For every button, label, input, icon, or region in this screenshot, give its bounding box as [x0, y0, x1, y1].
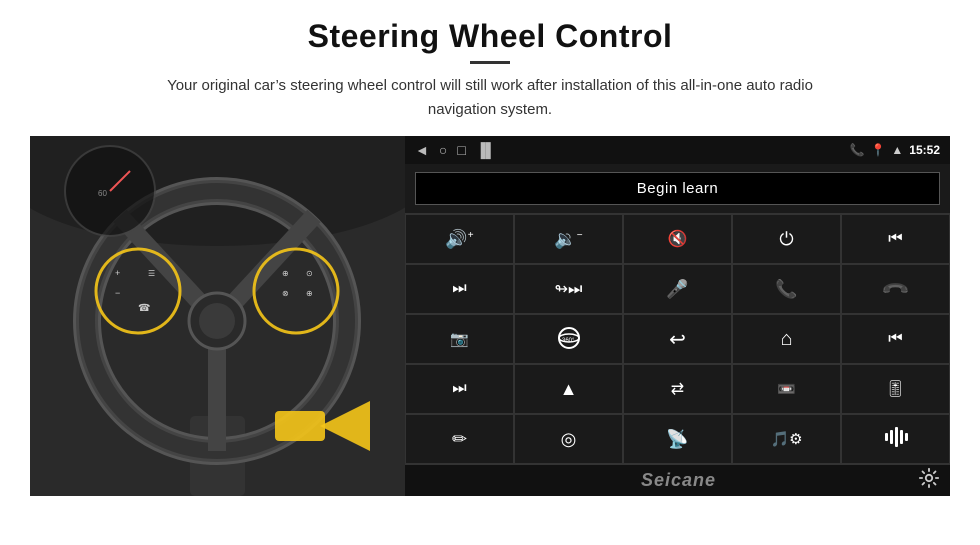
ctrl-vol-down[interactable]: 🔉− — [514, 214, 623, 264]
signal-icon: ▐▌ — [476, 142, 496, 158]
status-right: 📞 📍 ▲ 15:52 — [850, 143, 941, 157]
ctrl-ff[interactable]: ⏭ — [405, 364, 514, 414]
ctrl-waveform[interactable] — [841, 414, 950, 464]
status-bar: ◄ ○ □ ▐▌ 📞 📍 ▲ 15:52 — [405, 136, 950, 164]
ctrl-mic[interactable]: 🎤 — [623, 264, 732, 314]
title-divider — [470, 61, 510, 64]
wifi-status-icon: ▲ — [891, 143, 903, 157]
ctrl-vol-up[interactable]: 🔊+ — [405, 214, 514, 264]
phone-status-icon: 📞 — [850, 143, 865, 157]
back-icon: ↩ — [669, 327, 686, 352]
waveform-icon — [884, 427, 908, 452]
nav-circle-icon[interactable]: ○ — [439, 142, 447, 158]
next-track-icon: ⏭ — [452, 280, 466, 298]
begin-learn-row: Begin learn — [405, 164, 950, 213]
steering-wheel-svg: + ☰ − ☎ ⊕ ⊙ ⊗ ⊕ 60 — [30, 136, 405, 496]
phone-answer-icon: 📞 — [775, 279, 797, 300]
svg-text:⊗: ⊗ — [282, 289, 289, 298]
ctrl-mute[interactable]: 🔇 — [623, 214, 732, 264]
power-icon: ⏻ — [779, 229, 793, 250]
ff-icon: ⏭ — [452, 380, 466, 398]
circle-btn-icon: ◎ — [561, 429, 577, 450]
ctrl-phone-answer[interactable]: 📞 — [732, 264, 841, 314]
camera2-icon: 📼 — [777, 380, 796, 398]
ctrl-nav-arrow[interactable]: ▲ — [514, 364, 623, 414]
status-left: ◄ ○ □ ▐▌ — [415, 142, 496, 158]
ctrl-skip-back[interactable]: ⏮ — [841, 314, 950, 364]
ctrl-swap[interactable]: ⇄ — [623, 364, 732, 414]
steering-wheel-image: + ☰ − ☎ ⊕ ⊙ ⊗ ⊕ 60 — [30, 136, 405, 496]
content-area: + ☰ − ☎ ⊕ ⊙ ⊗ ⊕ 60 — [30, 136, 950, 496]
begin-learn-button[interactable]: Begin learn — [415, 172, 940, 205]
svg-text:⊕: ⊕ — [306, 289, 313, 298]
svg-text:60: 60 — [98, 189, 107, 198]
bottom-bar: Seicane — [405, 464, 950, 496]
360-icon: 360° — [555, 324, 583, 355]
android-panel: ◄ ○ □ ▐▌ 📞 📍 ▲ 15:52 Begin learn — [405, 136, 950, 496]
home-icon: ⌂ — [780, 328, 792, 351]
svg-text:☰: ☰ — [148, 269, 155, 278]
ctrl-camera2[interactable]: 📼 — [732, 364, 841, 414]
ctrl-next-track[interactable]: ⏭ — [405, 264, 514, 314]
title-section: Steering Wheel Control Your original car… — [30, 18, 950, 122]
vol-up-icon: 🔊+ — [445, 229, 473, 250]
seicane-logo: Seicane — [439, 470, 918, 491]
nav-back-icon[interactable]: ◄ — [415, 142, 429, 158]
eq2-icon: 🎚 — [885, 379, 905, 399]
bluetooth-icon: 📡 — [666, 429, 688, 450]
ctrl-eq2[interactable]: 🎚 — [841, 364, 950, 414]
location-status-icon: 📍 — [870, 143, 885, 157]
page-title: Steering Wheel Control — [30, 18, 950, 55]
mic-icon: 🎤 — [666, 279, 688, 300]
ctrl-pen[interactable]: ✏ — [405, 414, 514, 464]
vol-down-icon: 🔉− — [554, 229, 582, 250]
svg-text:−: − — [115, 288, 120, 298]
ctrl-circle-btn[interactable]: ◎ — [514, 414, 623, 464]
ctrl-music[interactable]: 🎵⚙ — [732, 414, 841, 464]
ctrl-shuffle[interactable]: ↬⏭ — [514, 264, 623, 314]
nav-arrow-icon: ▲ — [560, 379, 578, 400]
ctrl-back[interactable]: ↩ — [623, 314, 732, 364]
ctrl-prev-track[interactable]: ⏮ — [841, 214, 950, 264]
page-container: Steering Wheel Control Your original car… — [0, 0, 980, 506]
mute-icon: 🔇 — [668, 229, 688, 249]
time-display: 15:52 — [909, 143, 940, 157]
ctrl-home[interactable]: ⌂ — [732, 314, 841, 364]
ctrl-camera[interactable]: 📷 — [405, 314, 514, 364]
controls-grid: 🔊+ 🔉− 🔇 ⏻ ⏮ ⏭ ↬⏭ — [405, 213, 950, 464]
svg-text:+: + — [115, 268, 120, 278]
ctrl-phone-hangup[interactable]: 📞 — [841, 264, 950, 314]
prev-track-icon: ⏮ — [888, 230, 902, 248]
subtitle-text: Your original car’s steering wheel contr… — [140, 74, 840, 122]
shuffle-icon: ↬⏭ — [555, 279, 583, 299]
camera-icon: 📷 — [450, 330, 469, 348]
phone-hangup-icon: 📞 — [880, 274, 911, 305]
music-icon: 🎵⚙ — [770, 430, 802, 448]
svg-text:⊙: ⊙ — [306, 269, 313, 278]
nav-square-icon[interactable]: □ — [457, 142, 465, 158]
svg-text:☎: ☎ — [138, 303, 150, 314]
svg-text:360°: 360° — [562, 338, 575, 344]
pen-icon: ✏ — [452, 429, 467, 450]
ctrl-360[interactable]: 360° — [514, 314, 623, 364]
swap-icon: ⇄ — [671, 379, 684, 399]
settings-gear-button[interactable] — [918, 467, 940, 495]
gear-icon — [918, 467, 940, 489]
ctrl-power[interactable]: ⏻ — [732, 214, 841, 264]
svg-text:⊕: ⊕ — [282, 269, 289, 278]
ctrl-bluetooth[interactable]: 📡 — [623, 414, 732, 464]
skip-back-icon: ⏮ — [888, 330, 902, 348]
